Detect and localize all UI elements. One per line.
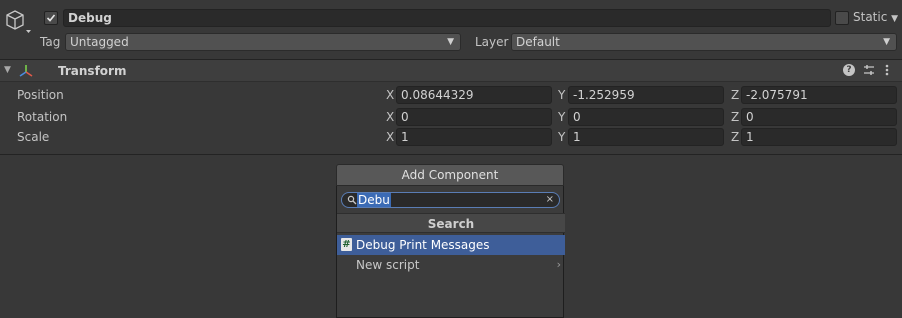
- search-field[interactable]: Debu ×: [341, 192, 560, 208]
- position-z-field[interactable]: -2.075791: [741, 86, 897, 104]
- search-icon: [347, 194, 357, 205]
- gameobject-cube-icon[interactable]: [4, 8, 32, 36]
- presets-icon[interactable]: [862, 63, 876, 77]
- active-checkbox[interactable]: [44, 11, 58, 25]
- chevron-right-icon: ›: [556, 258, 561, 271]
- dropdown-arrow-icon: ▼: [891, 14, 899, 24]
- foldout-arrow-icon[interactable]: ▼: [4, 65, 11, 75]
- scale-z-label[interactable]: Z: [731, 130, 739, 144]
- position-y-field[interactable]: -1.252959: [568, 86, 724, 104]
- dropdown-arrow-icon: ▼: [447, 37, 454, 47]
- dropdown-arrow-icon: ▼: [883, 37, 890, 47]
- divider: [0, 154, 902, 155]
- scale-y-label[interactable]: Y: [558, 130, 565, 144]
- rotation-x-field[interactable]: 0: [396, 108, 552, 126]
- search-input[interactable]: Debu: [357, 193, 391, 207]
- position-y-label[interactable]: Y: [558, 88, 565, 102]
- layer-label: Layer: [475, 35, 509, 49]
- transform-icon: [18, 63, 34, 79]
- layer-dropdown[interactable]: Default ▼: [511, 33, 897, 51]
- layer-value: Default: [516, 35, 560, 49]
- rotation-y-field[interactable]: 0: [568, 108, 724, 126]
- add-component-button[interactable]: Add Component: [336, 164, 564, 186]
- static-checkbox[interactable]: [835, 11, 849, 25]
- list-item-label: New script: [356, 258, 420, 272]
- tag-dropdown[interactable]: Untagged ▼: [65, 33, 461, 51]
- more-options-icon[interactable]: [884, 63, 890, 77]
- list-item-new-script[interactable]: New script ›: [337, 255, 565, 275]
- position-x-label[interactable]: X: [386, 88, 394, 102]
- search-section-header: Search: [337, 213, 565, 233]
- transform-title: Transform: [58, 64, 127, 78]
- checkmark-icon: [46, 14, 56, 22]
- position-x-field[interactable]: 0.08644329: [396, 86, 552, 104]
- list-item-label: Debug Print Messages: [356, 238, 490, 252]
- object-name-field[interactable]: Debug: [63, 9, 831, 27]
- scale-y-field[interactable]: 1: [568, 128, 724, 146]
- rotation-z-label[interactable]: Z: [731, 110, 739, 124]
- rotation-y-label[interactable]: Y: [558, 110, 565, 124]
- scale-x-label[interactable]: X: [386, 130, 394, 144]
- add-component-popup: Debu × Search # Debug Print Messages New…: [336, 186, 565, 318]
- help-icon[interactable]: ?: [843, 64, 855, 76]
- tag-value: Untagged: [70, 35, 129, 49]
- static-label: Static: [853, 10, 888, 24]
- script-hash-icon: #: [341, 238, 352, 251]
- scale-z-field[interactable]: 1: [741, 128, 897, 146]
- list-item-debug-print-messages[interactable]: # Debug Print Messages: [337, 235, 565, 255]
- position-label: Position: [17, 88, 64, 102]
- scale-label: Scale: [17, 130, 50, 144]
- scale-x-field[interactable]: 1: [396, 128, 552, 146]
- clear-search-icon[interactable]: ×: [546, 193, 554, 207]
- rotation-z-field[interactable]: 0: [741, 108, 897, 126]
- transform-header[interactable]: [0, 60, 902, 82]
- rotation-label: Rotation: [17, 110, 68, 124]
- rotation-x-label[interactable]: X: [386, 110, 394, 124]
- tag-label: Tag: [40, 35, 61, 49]
- static-dropdown[interactable]: Static ▼: [853, 10, 898, 24]
- position-z-label[interactable]: Z: [731, 88, 739, 102]
